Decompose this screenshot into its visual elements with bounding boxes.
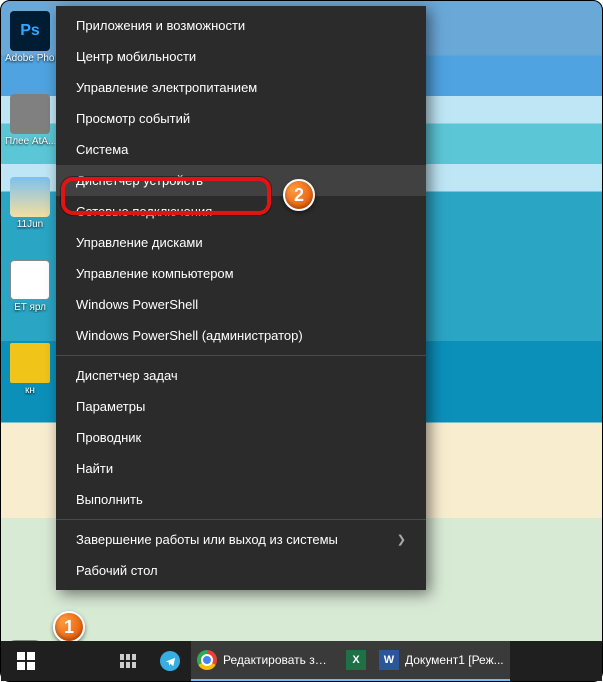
- taskbar-app-telegram[interactable]: [149, 641, 191, 681]
- menu-item-explorer[interactable]: Проводник: [56, 422, 426, 453]
- taskbar-app-word[interactable]: W Документ1 [Реж...: [373, 641, 510, 681]
- desktop-icon-label: ET ярл: [5, 302, 55, 313]
- menu-item-device-manager[interactable]: Диспетчер устройств: [56, 165, 426, 196]
- desktop-icon-player[interactable]: Плее AtA...: [7, 94, 53, 147]
- telegram-icon: [160, 651, 180, 671]
- annotation-badge-1: 1: [53, 611, 85, 643]
- menu-divider: [56, 519, 426, 520]
- menu-item-run[interactable]: Выполнить: [56, 484, 426, 515]
- menu-item-computer-management[interactable]: Управление компьютером: [56, 258, 426, 289]
- desktop-icon-folder[interactable]: кн: [7, 343, 53, 396]
- windows-logo-icon: [17, 652, 35, 670]
- menu-item-system[interactable]: Система: [56, 134, 426, 165]
- menu-item-apps-features[interactable]: Приложения и возможности: [56, 10, 426, 41]
- menu-divider: [56, 355, 426, 356]
- desktop-icon-label: Плее AtA...: [5, 136, 55, 147]
- chevron-right-icon: ❯: [397, 533, 406, 546]
- taskbar: Редактировать зап... X W Документ1 [Реж.…: [1, 641, 602, 681]
- start-button[interactable]: [5, 641, 47, 681]
- desktop-icon-image[interactable]: 11Jun: [7, 177, 53, 230]
- menu-item-desktop[interactable]: Рабочий стол: [56, 555, 426, 586]
- desktop-icon-label: кн: [5, 385, 55, 396]
- desktop-screen: Ps Adobe Phot... Плее AtA... 11Jun ET яр…: [0, 0, 603, 682]
- taskbar-app-label: Редактировать зап...: [223, 653, 333, 667]
- menu-item-shutdown-signout[interactable]: Завершение работы или выход из системы ❯: [56, 524, 426, 555]
- menu-item-network-connections[interactable]: Сетевые подключения: [56, 196, 426, 227]
- image-icon: [10, 177, 50, 217]
- menu-item-task-manager[interactable]: Диспетчер задач: [56, 360, 426, 391]
- menu-item-powershell-admin[interactable]: Windows PowerShell (администратор): [56, 320, 426, 351]
- chrome-icon: [197, 650, 217, 670]
- shortcut-icon: [10, 260, 50, 300]
- desktop-icon-shortcut[interactable]: ET ярл: [7, 260, 53, 313]
- desktop-icon-label: 11Jun: [5, 219, 55, 230]
- task-view-icon: [120, 654, 136, 668]
- winx-context-menu: Приложения и возможности Центр мобильнос…: [56, 6, 426, 590]
- menu-item-disk-management[interactable]: Управление дисками: [56, 227, 426, 258]
- folder-icon: [10, 343, 50, 383]
- taskbar-app-excel[interactable]: X: [339, 641, 373, 681]
- photoshop-icon: Ps: [10, 11, 50, 51]
- desktop-icon-photoshop[interactable]: Ps Adobe Phot...: [7, 11, 53, 64]
- menu-item-search[interactable]: Найти: [56, 453, 426, 484]
- file-icon: [10, 94, 50, 134]
- menu-item-settings[interactable]: Параметры: [56, 391, 426, 422]
- taskbar-app-chrome[interactable]: Редактировать зап...: [191, 641, 339, 681]
- desktop-icon-label: Adobe Phot...: [5, 53, 55, 64]
- menu-item-power-options[interactable]: Управление электропитанием: [56, 72, 426, 103]
- word-icon: W: [379, 650, 399, 670]
- task-view-button[interactable]: [107, 641, 149, 681]
- excel-icon: X: [346, 650, 366, 670]
- menu-item-mobility-center[interactable]: Центр мобильности: [56, 41, 426, 72]
- desktop-icons-column: Ps Adobe Phot... Плее AtA... 11Jun ET яр…: [7, 11, 59, 396]
- annotation-badge-2: 2: [283, 179, 315, 211]
- menu-item-event-viewer[interactable]: Просмотр событий: [56, 103, 426, 134]
- taskbar-app-label: Документ1 [Реж...: [405, 653, 504, 667]
- menu-item-powershell[interactable]: Windows PowerShell: [56, 289, 426, 320]
